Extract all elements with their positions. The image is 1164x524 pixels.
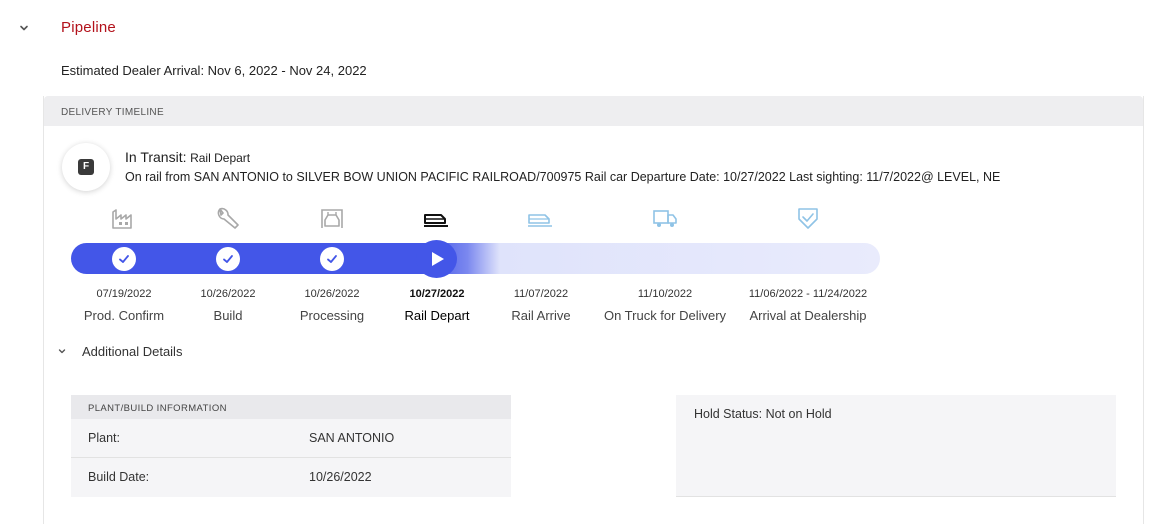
transit-status: In Transit: Rail Depart bbox=[125, 149, 250, 165]
pipeline-title[interactable]: Pipeline bbox=[61, 19, 116, 36]
hold-status: Hold Status: Not on Hold bbox=[694, 407, 832, 421]
build-date-value: 10/26/2022 bbox=[309, 470, 372, 484]
stage-name: Arrival at Dealership bbox=[749, 308, 867, 323]
stage-date: 11/10/2022 bbox=[637, 288, 693, 300]
shield-check-icon bbox=[798, 208, 818, 229]
car-wash-icon bbox=[321, 209, 343, 228]
train-arrive-icon bbox=[528, 214, 552, 227]
plant-header-label: PLANT/BUILD INFORMATION bbox=[88, 403, 227, 414]
table-row: Plant: SAN ANTONIO bbox=[71, 419, 511, 457]
delivery-timeline-card: DELIVERY TIMELINE F In Transit: Rail Dep… bbox=[43, 96, 1144, 524]
current-stage-play-icon bbox=[416, 240, 457, 278]
table-row: Build Date: 10/26/2022 bbox=[71, 457, 511, 495]
factory-icon bbox=[112, 209, 132, 229]
timeline-header-label: DELIVERY TIMELINE bbox=[61, 107, 164, 118]
wrench-icon bbox=[217, 207, 239, 229]
estimated-dealer-arrival: Estimated Dealer Arrival: Nov 6, 2022 - … bbox=[61, 63, 367, 78]
train-icon bbox=[424, 214, 448, 227]
build-date-key: Build Date: bbox=[88, 470, 150, 484]
stage-complete-check-icon bbox=[112, 247, 136, 271]
truck-icon bbox=[653, 210, 677, 227]
badge-letter: F bbox=[78, 159, 94, 175]
plant-value: SAN ANTONIO bbox=[309, 431, 395, 445]
plant-build-info: PLANT/BUILD INFORMATION Plant: SAN ANTON… bbox=[71, 395, 511, 497]
plant-header: PLANT/BUILD INFORMATION bbox=[71, 395, 511, 419]
stage-complete-check-icon bbox=[320, 247, 344, 271]
status-detail: On rail from SAN ANTONIO to SILVER BOW U… bbox=[125, 170, 1001, 184]
plant-key: Plant: bbox=[88, 431, 120, 445]
status-label: In Transit: bbox=[125, 149, 187, 165]
timeline-header: DELIVERY TIMELINE bbox=[44, 96, 1143, 126]
ford-badge: F bbox=[62, 143, 110, 191]
chevron-down-icon[interactable] bbox=[57, 346, 67, 356]
chevron-down-icon[interactable] bbox=[18, 22, 30, 34]
status-value: Rail Depart bbox=[190, 151, 251, 165]
progress-track bbox=[71, 243, 880, 274]
stage-complete-check-icon bbox=[216, 247, 240, 271]
stage-date: 11/06/2022 - 11/24/2022 bbox=[748, 288, 868, 300]
hold-status-panel: Hold Status: Not on Hold bbox=[676, 395, 1116, 497]
additional-details-toggle[interactable]: Additional Details bbox=[82, 344, 182, 359]
